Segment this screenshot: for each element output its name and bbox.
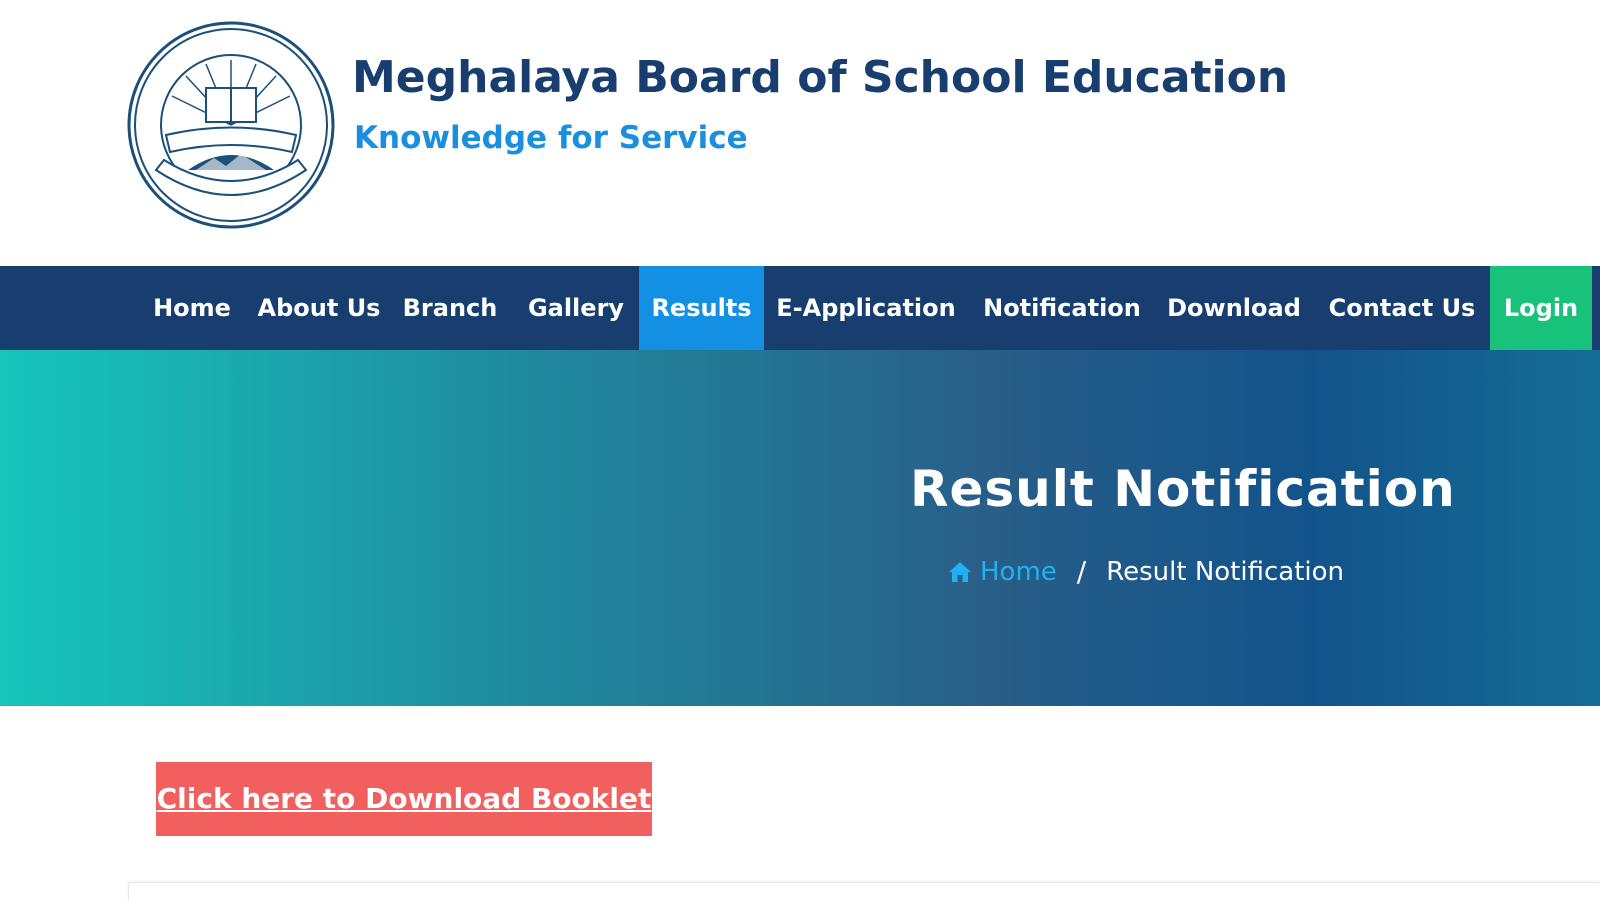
breadcrumb-home-link[interactable]: Home (948, 557, 1057, 587)
nav-about-us[interactable]: About Us (252, 266, 386, 350)
site-tagline: Knowledge for Service (354, 120, 748, 156)
nav-results[interactable]: Results (639, 266, 764, 350)
nav-branch[interactable]: Branch (390, 266, 510, 350)
nav-e-application[interactable]: E-Application (764, 266, 968, 350)
page-banner: Result Notification Home / Result Notifi… (0, 350, 1600, 706)
page-title: Result Notification (910, 460, 1456, 518)
content-card (128, 882, 1600, 900)
nav-login[interactable]: Login (1490, 266, 1592, 350)
nav-notification[interactable]: Notification (972, 266, 1152, 350)
breadcrumb: Home / Result Notification (948, 555, 1344, 588)
site-title: Meghalaya Board of School Education (352, 52, 1289, 103)
breadcrumb-home-label: Home (980, 556, 1057, 587)
breadcrumb-current: Result Notification (1106, 556, 1345, 587)
mbose-seal-logo[interactable] (126, 20, 336, 230)
nav-home[interactable]: Home (132, 266, 252, 350)
nav-gallery[interactable]: Gallery (514, 266, 638, 350)
download-booklet-button[interactable]: Click here to Download Booklet (156, 762, 652, 836)
breadcrumb-separator: / (1076, 555, 1087, 588)
site-header: Meghalaya Board of School Education Know… (0, 0, 1600, 266)
nav-contact-us[interactable]: Contact Us (1316, 266, 1488, 350)
home-icon (949, 561, 971, 582)
main-navbar: Home About Us Branch Gallery Results E-A… (0, 266, 1600, 350)
nav-download[interactable]: Download (1156, 266, 1312, 350)
